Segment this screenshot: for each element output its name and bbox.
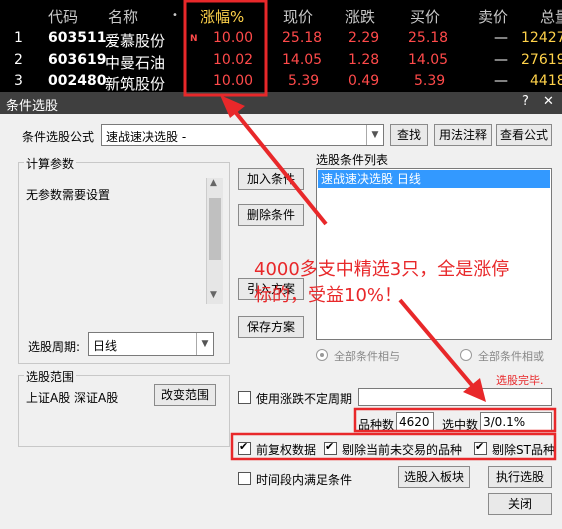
highlight-box-change-pct (183, 0, 268, 97)
arrow-to-table (230, 106, 328, 226)
arrow-to-counts (398, 298, 478, 392)
annotation-line-1: 4000多支中精选3只，全是涨停 (254, 259, 510, 280)
annotation-text: 4000多支中精选3只，全是涨停 标的，受益10%！ (254, 257, 554, 309)
annotation-line-2: 标的，受益10%！ (254, 285, 403, 306)
highlight-box-options (230, 432, 557, 461)
highlight-box-counts (353, 407, 557, 433)
arrowhead-icon (220, 95, 245, 118)
